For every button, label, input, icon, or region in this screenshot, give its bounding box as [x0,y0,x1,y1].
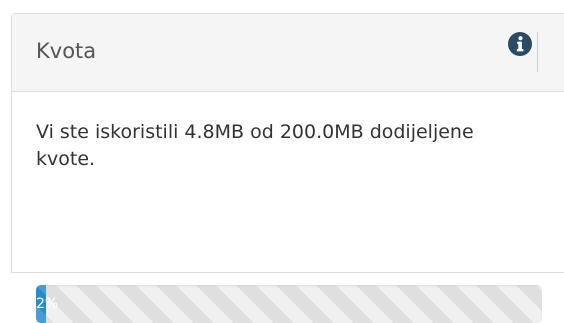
quota-usage-text: Vi ste iskoristili 4.8MB od 200.0MB dodi… [36,121,474,170]
progress-track [36,285,542,323]
quota-progress: 2% [36,285,542,323]
progress-percent-label: 2% [36,296,59,312]
panel-heading: Kvota [12,14,564,92]
info-button[interactable] [508,32,538,72]
info-circle-icon [508,32,532,56]
panel-title: Kvota [36,39,97,63]
quota-panel: Kvota Vi ste iskoristili 4.8MB od 200.0M… [11,13,564,323]
